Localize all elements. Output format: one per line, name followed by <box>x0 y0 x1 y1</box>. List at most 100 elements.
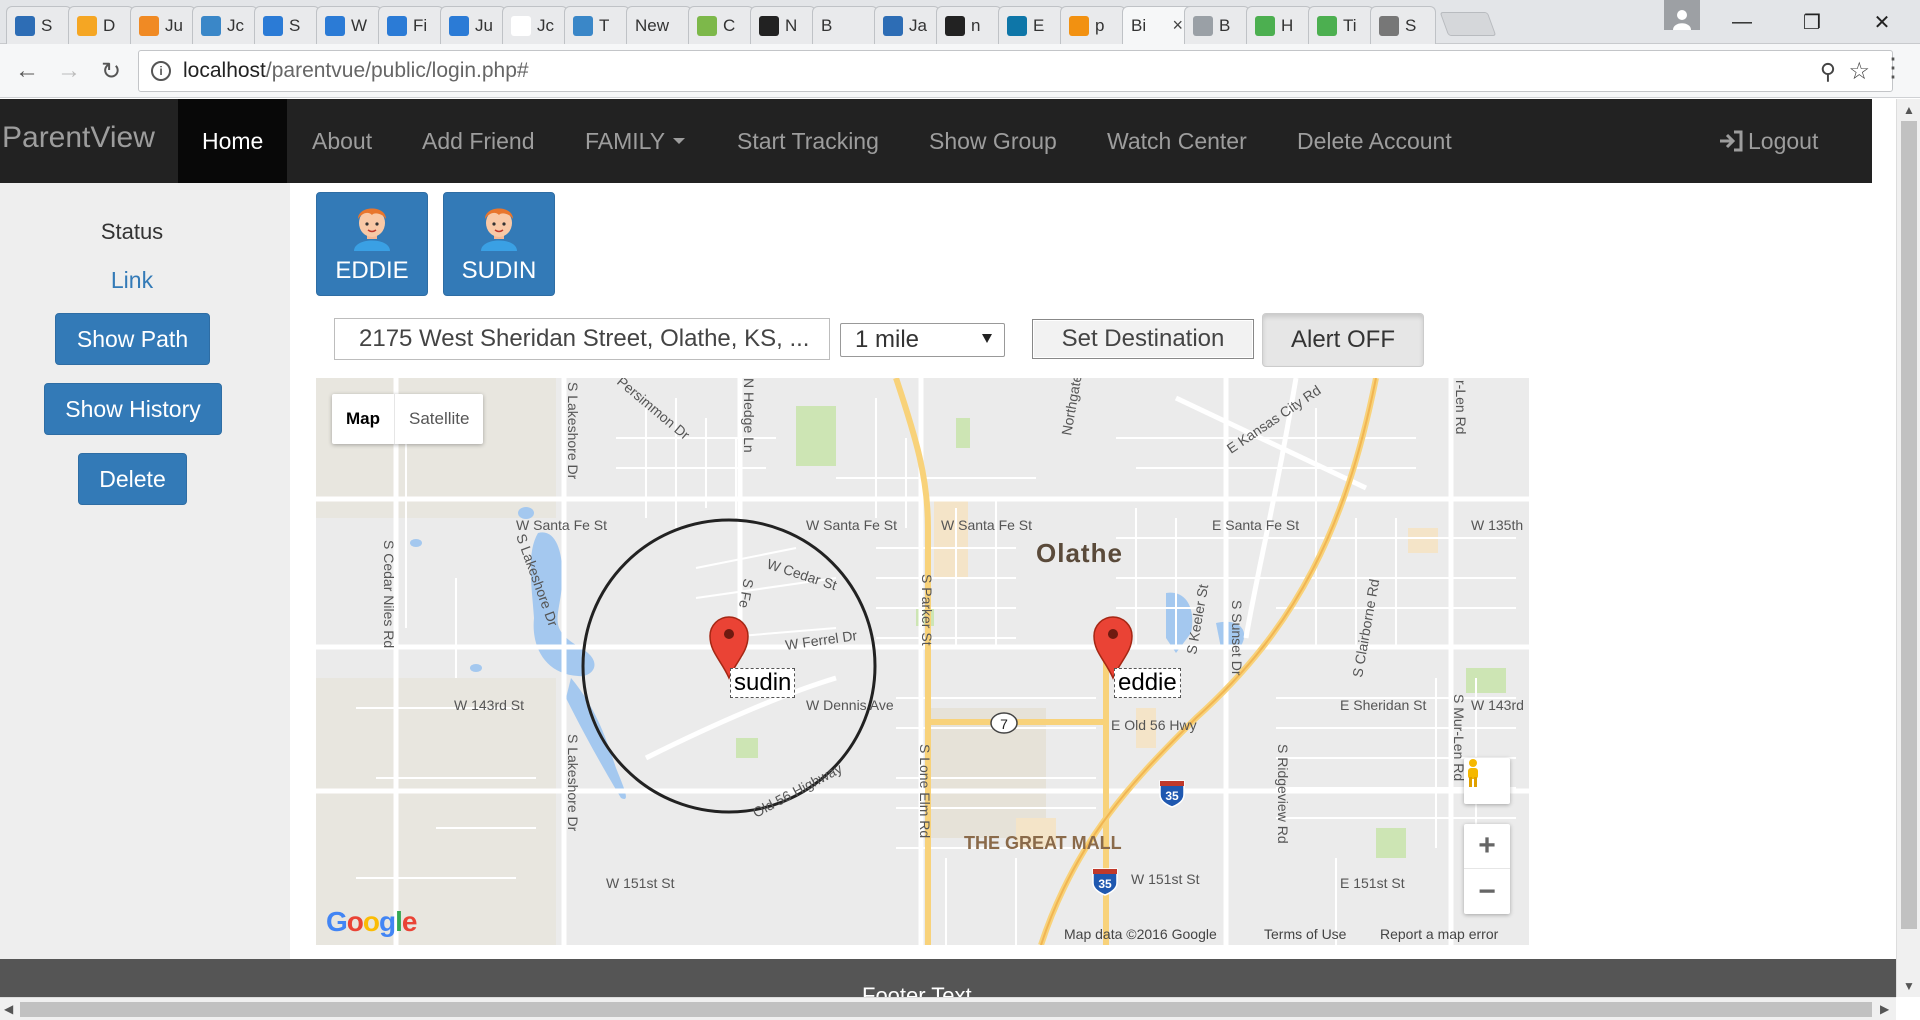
tab-label: B <box>1219 15 1231 35</box>
map-type-satellite[interactable]: Satellite <box>395 394 483 444</box>
back-icon[interactable]: ← <box>12 56 42 86</box>
profile-icon[interactable] <box>1664 0 1700 30</box>
minimize-icon[interactable]: — <box>1712 4 1772 40</box>
browser-tab[interactable]: W <box>316 6 382 44</box>
child-button-sudin[interactable]: SUDIN <box>443 192 555 296</box>
browser-tab[interactable]: Jc <box>502 6 568 44</box>
nav-home[interactable]: Home <box>178 99 288 183</box>
set-destination-button[interactable]: Set Destination <box>1032 319 1254 359</box>
browser-tab[interactable]: Ja <box>874 6 940 44</box>
alert-toggle-button[interactable]: Alert OFF <box>1262 313 1424 367</box>
logout-icon <box>1720 130 1743 152</box>
tab-label: D <box>103 15 116 35</box>
browser-tab[interactable]: D <box>68 6 134 44</box>
browser-tab[interactable]: S <box>254 6 320 44</box>
browser-tab[interactable]: Fi <box>378 6 444 44</box>
browser-tab[interactable]: S <box>6 6 72 44</box>
tab-label: Ja <box>909 15 927 35</box>
linkedin-icon <box>1007 15 1027 36</box>
scroll-up-icon[interactable]: ▲ <box>1903 103 1915 117</box>
report-map-error-link[interactable]: Report a map error <box>1380 926 1498 942</box>
close-tab-icon[interactable]: × <box>1172 15 1183 36</box>
browser-tab[interactable]: B <box>1184 6 1250 44</box>
browser-tab[interactable]: New <box>626 6 692 44</box>
child-name: SUDIN <box>461 257 537 284</box>
tab-label: S <box>289 15 301 35</box>
browser-tab[interactable]: Jc <box>192 6 258 44</box>
street-label: S Lakeshore Dr <box>565 734 581 832</box>
destination-address-input[interactable]: 2175 West Sheridan Street, Olathe, KS, .… <box>334 318 830 360</box>
nav-add-friend[interactable]: Add Friend <box>398 99 559 183</box>
url-text: localhost/parentvue/public/login.php# <box>183 59 529 82</box>
close-window-icon[interactable]: ✕ <box>1852 4 1912 40</box>
browser-tab[interactable]: H <box>1246 6 1312 44</box>
w3-icon <box>1317 15 1337 36</box>
brand[interactable]: ParentView <box>2 121 155 155</box>
browser-tab[interactable]: Ju <box>130 6 196 44</box>
address-bar[interactable]: i localhost/parentvue/public/login.php# … <box>138 50 1893 92</box>
city-label: Olathe <box>1036 538 1123 568</box>
zoom-control: + − <box>1464 824 1510 914</box>
street-label: r-Len Rd <box>1453 380 1469 434</box>
terms-link[interactable]: Terms of Use <box>1264 926 1346 942</box>
map-canvas[interactable]: 7 35 35 W Santa Fe St W Santa Fe St W Sa… <box>316 378 1529 945</box>
browser-tab[interactable]: n <box>936 6 1002 44</box>
tab-label: n <box>971 15 981 35</box>
tab-label: Jc <box>227 15 244 35</box>
scroll-thumb[interactable] <box>1901 121 1917 929</box>
zoom-icon[interactable]: ⚲ <box>1820 59 1836 85</box>
browser-tab[interactable]: C <box>688 6 754 44</box>
tab-label: p <box>1095 15 1105 35</box>
forward-icon[interactable]: → <box>54 56 84 86</box>
browser-tab[interactable]: Ti <box>1308 6 1374 44</box>
zoom-out-icon[interactable]: − <box>1464 869 1510 914</box>
street-label: W Santa Fe St <box>516 517 607 533</box>
browser-tab[interactable]: N <box>750 6 816 44</box>
scroll-thumb[interactable] <box>20 1002 1872 1017</box>
shield-icon <box>77 15 97 36</box>
scroll-down-icon[interactable]: ▼ <box>1903 979 1915 993</box>
scroll-left-icon[interactable]: ◀ <box>4 1002 13 1016</box>
nav-family-dropdown[interactable]: FAMILY <box>561 99 709 183</box>
sidebar: Status Link Show Path Show History Delet… <box>0 183 290 959</box>
browser-tab[interactable]: E <box>998 6 1064 44</box>
delete-button[interactable]: Delete <box>78 453 187 505</box>
browser-tab[interactable]: Ju <box>440 6 506 44</box>
restore-icon[interactable]: ❐ <box>1782 4 1842 40</box>
bookmark-star-icon[interactable]: ☆ <box>1848 57 1870 86</box>
reload-icon[interactable]: ↻ <box>96 56 126 86</box>
nav-show-group[interactable]: Show Group <box>905 99 1081 183</box>
browser-menu-icon[interactable]: ⋮ <box>1880 54 1906 80</box>
tab-label: T <box>599 15 610 35</box>
show-history-button[interactable]: Show History <box>44 383 222 435</box>
info-icon[interactable]: i <box>151 61 171 81</box>
zoom-in-icon[interactable]: + <box>1464 824 1510 869</box>
link-link[interactable]: Link <box>0 267 264 294</box>
new-tab-button[interactable] <box>1439 12 1497 36</box>
browser-tab[interactable]: B <box>812 6 878 44</box>
browser-tab[interactable]: p <box>1060 6 1126 44</box>
show-path-button[interactable]: Show Path <box>55 313 210 365</box>
child-button-eddie[interactable]: EDDIE <box>316 192 428 296</box>
nav-logout[interactable]: Logout <box>1694 99 1842 183</box>
nav-watch-center[interactable]: Watch Center <box>1083 99 1271 183</box>
scroll-right-icon[interactable]: ▶ <box>1880 1002 1889 1016</box>
c-icon <box>883 15 903 36</box>
map-type-map[interactable]: Map <box>332 394 395 444</box>
caret-down-icon <box>673 138 686 144</box>
nav-about[interactable]: About <box>288 99 396 183</box>
browser-tab[interactable]: S <box>1370 6 1436 44</box>
marker-label-eddie: eddie <box>1114 668 1181 698</box>
nav-start-tracking[interactable]: Start Tracking <box>713 99 903 183</box>
street-label: S Lone Elm Rd <box>917 744 933 838</box>
horizontal-scrollbar[interactable]: ◀ ▶ <box>0 997 1896 1020</box>
boy-avatar-icon <box>354 208 390 251</box>
vertical-scrollbar[interactable]: ▲ ▼ <box>1896 99 1920 997</box>
tab-label: Jc <box>537 15 554 35</box>
nav-delete-account[interactable]: Delete Account <box>1273 99 1476 183</box>
street-label: E Santa Fe St <box>1212 517 1299 533</box>
browser-tab[interactable]: T <box>564 6 630 44</box>
radius-select[interactable]: 1 mile <box>840 323 1005 357</box>
tab-label: Fi <box>413 15 428 35</box>
street-view-pegman-icon[interactable] <box>1464 758 1510 804</box>
